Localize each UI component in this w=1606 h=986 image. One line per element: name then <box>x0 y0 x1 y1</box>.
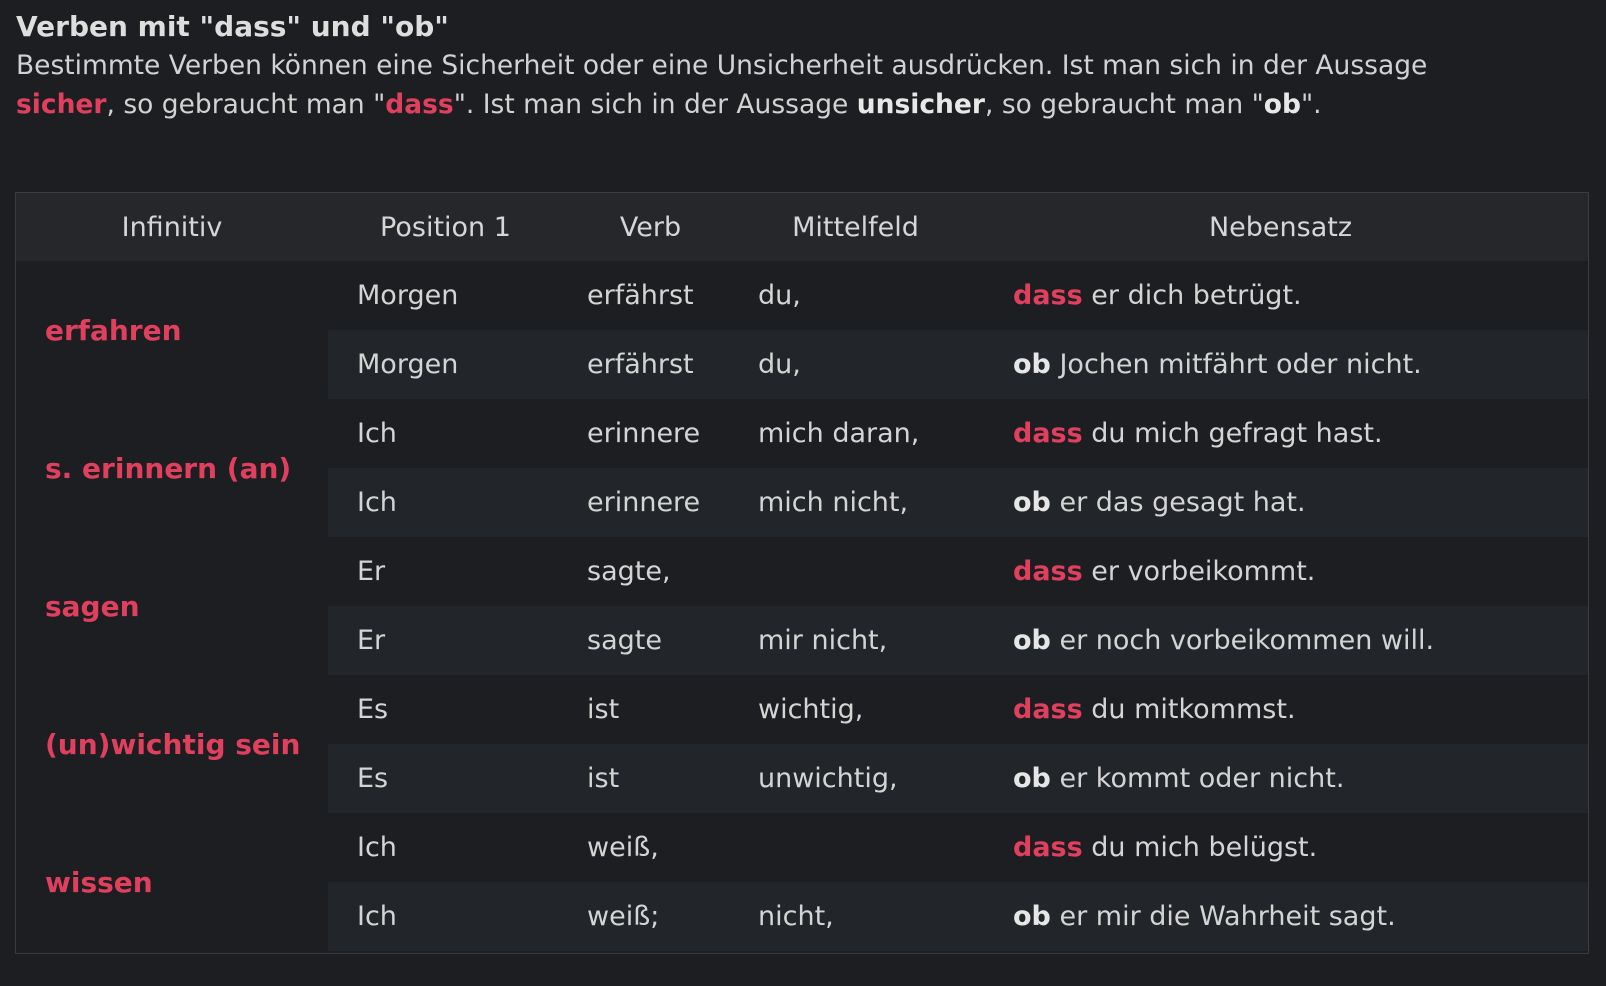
nebensatz-text: du mich belügst. <box>1082 832 1318 863</box>
mittelfeld-cell: du, <box>738 330 973 399</box>
word-ob: ob <box>1263 89 1301 120</box>
keyword-dass: dass <box>1013 418 1083 449</box>
keyword-ob: ob <box>1013 763 1051 794</box>
mittelfeld-cell: mich daran, <box>738 399 973 468</box>
position-cell: Ich <box>328 882 563 951</box>
mittelfeld-cell: unwichtig, <box>738 744 973 813</box>
verb-cell: weiß; <box>563 882 738 951</box>
infinitiv-cell: s. erinnern (an) <box>16 399 328 537</box>
verb-cell: ist <box>563 675 738 744</box>
keyword-dass: dass <box>1013 280 1083 311</box>
mittelfeld-cell: wichtig, <box>738 675 973 744</box>
mittelfeld-cell: mich nicht, <box>738 468 973 537</box>
header-infinitiv: Infinitiv <box>16 193 328 261</box>
header-position-1: Position 1 <box>328 193 563 261</box>
nebensatz-text: er das gesagt hat. <box>1050 487 1306 518</box>
verb-table-container: Infinitiv Position 1 Verb Mittelfeld Neb… <box>15 192 1589 954</box>
nebensatz-cell: dass er dich betrügt. <box>973 261 1588 330</box>
nebensatz-text: du mich gefragt hast. <box>1082 418 1383 449</box>
nebensatz-cell: dass er vorbeikommt. <box>973 537 1588 606</box>
position-cell: Ich <box>328 399 563 468</box>
header-mittelfeld: Mittelfeld <box>738 193 973 261</box>
intro-part-c: , so gebraucht man " <box>984 89 1264 120</box>
table-row: erfahren Morgen erfährst du, dass er dich be… <box>16 261 1588 399</box>
intro-section: Verben mit "dass" und "ob" Bestimmte Ver… <box>16 8 1576 124</box>
position-cell: Ich <box>328 468 563 537</box>
nebensatz-cell: ob er mir die Wahrheit sagt. <box>973 882 1588 951</box>
verb-cell: erfährst <box>563 261 738 330</box>
verb-cell: weiß, <box>563 813 738 882</box>
verb-cell: erinnere <box>563 468 738 537</box>
verb-cell: sagte, <box>563 537 738 606</box>
mittelfeld-cell <box>738 813 973 882</box>
position-cell: Morgen <box>328 261 563 330</box>
infinitiv-cell: erfahren <box>16 261 328 399</box>
nebensatz-text: er dich betrügt. <box>1082 280 1302 311</box>
position-cell: Es <box>328 744 563 813</box>
table-header: Infinitiv Position 1 Verb Mittelfeld Neb… <box>16 193 1588 261</box>
nebensatz-cell: dass du mitkommst. <box>973 675 1588 744</box>
nebensatz-cell: dass du mich belügst. <box>973 813 1588 882</box>
nebensatz-text: er mir die Wahrheit sagt. <box>1050 901 1396 932</box>
verb-table: Infinitiv Position 1 Verb Mittelfeld Neb… <box>16 193 1588 951</box>
position-cell: Er <box>328 606 563 675</box>
nebensatz-text: er vorbeikommt. <box>1082 556 1316 587</box>
keyword-dass: dass <box>1013 556 1083 587</box>
nebensatz-cell: ob er noch vorbeikommen will. <box>973 606 1588 675</box>
table-body: erfahren Morgen erfährst du, dass er dich be… <box>16 261 1588 951</box>
nebensatz-cell: ob er kommt oder nicht. <box>973 744 1588 813</box>
keyword-dass: dass <box>1013 694 1083 725</box>
nebensatz-text: du mitkommst. <box>1082 694 1296 725</box>
nebensatz-cell: ob er das gesagt hat. <box>973 468 1588 537</box>
verb-cell: ist <box>563 744 738 813</box>
keyword-ob: ob <box>1013 487 1051 518</box>
nebensatz-text: er kommt oder nicht. <box>1050 763 1345 794</box>
verb-cell: erinnere <box>563 399 738 468</box>
nebensatz-text: er noch vorbeikommen will. <box>1050 625 1435 656</box>
infinitiv-cell: sagen <box>16 537 328 675</box>
intro-part-b: ". Ist man sich in der Aussage <box>453 89 857 120</box>
word-sicher: sicher <box>16 89 107 120</box>
table-row: (un)wichtig sein Es ist wichtig, dass du mit… <box>16 675 1588 813</box>
keyword-ob: ob <box>1013 349 1051 380</box>
intro-line-1: Bestimmte Verben können eine Sicherheit … <box>16 50 1428 81</box>
verb-cell: sagte <box>563 606 738 675</box>
verb-cell: erfährst <box>563 330 738 399</box>
mittelfeld-cell: mir nicht, <box>738 606 973 675</box>
infinitiv-cell: (un)wichtig sein <box>16 675 328 813</box>
word-unsicher: unsicher <box>856 89 985 120</box>
table-row: s. erinnern (an) Ich erinnere mich daran, da… <box>16 399 1588 537</box>
page-title: Verben mit "dass" und "ob" <box>16 10 449 43</box>
nebensatz-text: Jochen mitfährt oder nicht. <box>1050 349 1422 380</box>
mittelfeld-cell: du, <box>738 261 973 330</box>
intro-part-a: , so gebraucht man " <box>106 89 386 120</box>
position-cell: Morgen <box>328 330 563 399</box>
position-cell: Er <box>328 537 563 606</box>
nebensatz-cell: dass du mich gefragt hast. <box>973 399 1588 468</box>
table-row: wissen Ich weiß, dass du mich belügst. <box>16 813 1588 951</box>
position-cell: Es <box>328 675 563 744</box>
mittelfeld-cell: nicht, <box>738 882 973 951</box>
keyword-ob: ob <box>1013 901 1051 932</box>
table-row: sagen Er sagte, dass er vorbeikommt. <box>16 537 1588 675</box>
mittelfeld-cell <box>738 537 973 606</box>
infinitiv-cell: wissen <box>16 813 328 951</box>
header-nebensatz: Nebensatz <box>973 193 1588 261</box>
nebensatz-cell: ob Jochen mitfährt oder nicht. <box>973 330 1588 399</box>
keyword-ob: ob <box>1013 625 1051 656</box>
intro-part-d: ". <box>1300 89 1322 120</box>
position-cell: Ich <box>328 813 563 882</box>
header-verb: Verb <box>563 193 738 261</box>
word-dass: dass <box>385 89 454 120</box>
keyword-dass: dass <box>1013 832 1083 863</box>
intro-description: Bestimmte Verben können eine Sicherheit … <box>16 46 1576 124</box>
